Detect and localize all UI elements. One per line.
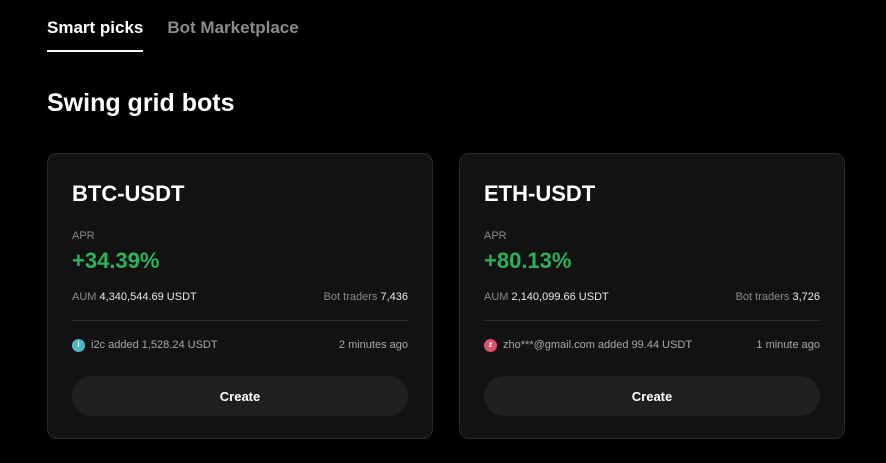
tab-bar: Smart picks Bot Marketplace [47,18,299,52]
apr-label: APR [72,230,95,242]
pair-name: BTC-USDT [72,181,185,206]
create-button[interactable]: Create [484,376,820,416]
aum-value: 4,340,544.69 USDT [99,291,197,303]
aum-info: AUM 2,140,099.66 USDT [484,290,609,304]
bot-traders-info: Bot traders 3,726 [736,290,820,304]
tab-bot-marketplace[interactable]: Bot Marketplace [167,18,298,52]
bot-traders-value: 7,436 [380,291,408,303]
activity-time: 1 minute ago [756,339,820,351]
aum-label: AUM [72,291,97,303]
section-title: Swing grid bots [47,89,235,117]
create-button[interactable]: Create [72,376,408,416]
activity-time: 2 minutes ago [338,339,408,351]
bot-traders-info: Bot traders 7,436 [324,290,408,304]
recent-activity: i i2c added 1,528.24 USDT [72,338,218,352]
bot-traders-label: Bot traders [323,291,378,303]
page: Smart picks Bot Marketplace Swing grid b… [0,0,886,463]
activity-text: i2c added 1,528.24 USDT [91,339,218,351]
recent-activity: z zho***@gmail.com added 99.44 USDT [484,338,692,352]
bot-traders-label: Bot traders [735,291,790,303]
apr-value: +80.13% [484,248,572,273]
divider [484,320,820,321]
apr-value: +34.39% [72,248,160,273]
aum-label: AUM [484,291,509,303]
avatar: z [484,338,497,352]
apr-label: APR [484,230,507,242]
pair-name: ETH-USDT [484,181,596,206]
bot-card-btc-usdt[interactable]: BTC-USDT APR +34.39% AUM 4,340,544.69 US… [47,153,433,439]
bot-card-eth-usdt[interactable]: ETH-USDT APR +80.13% AUM 2,140,099.66 US… [459,153,845,439]
divider [72,320,408,321]
aum-value: 2,140,099.66 USDT [511,291,609,303]
activity-text: zho***@gmail.com added 99.44 USDT [503,339,693,351]
bot-traders-value: 3,726 [792,291,820,303]
avatar: i [72,338,85,352]
aum-info: AUM 4,340,544.69 USDT [72,290,197,304]
tab-smart-picks[interactable]: Smart picks [47,18,144,52]
